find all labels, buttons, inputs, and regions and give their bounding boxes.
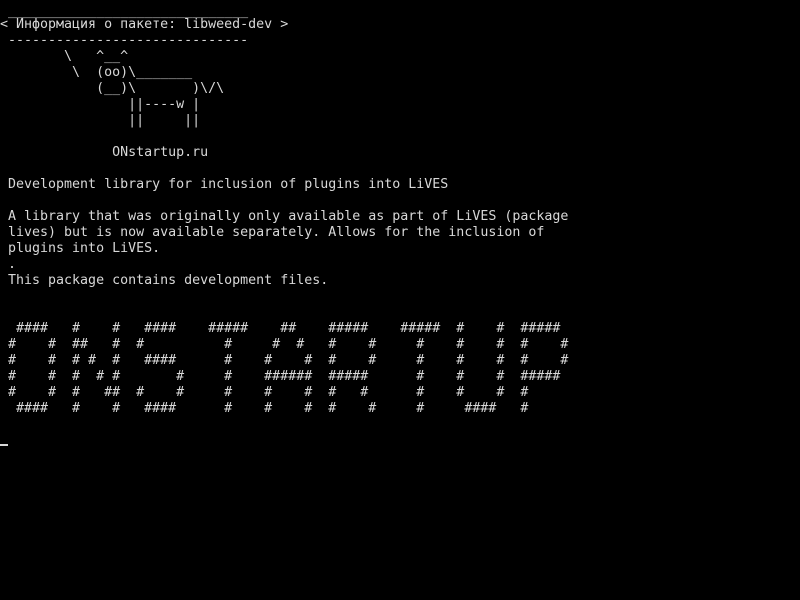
cow-line-1: \ ^__^ bbox=[0, 49, 129, 64]
package-summary: Development library for inclusion of plu… bbox=[0, 177, 449, 192]
text-cursor bbox=[0, 444, 8, 446]
cow-line-3: (__)\ )\/\ bbox=[0, 81, 225, 96]
cowsay-message: < Информация о пакете: libweed-dev > bbox=[0, 17, 289, 32]
banner-line-2: # # ## # # # # # # # # # # # # bbox=[0, 337, 569, 352]
banner-line-1: #### # # #### ##### ## ##### ##### # # #… bbox=[0, 321, 561, 336]
cow-line-4: ||----w | bbox=[0, 97, 201, 112]
cow-line-2: \ (oo)\_______ bbox=[0, 65, 193, 80]
banner-line-3: # # # # # #### # # # # # # # # # # bbox=[0, 353, 569, 368]
description-line-1: A library that was originally only avail… bbox=[0, 209, 569, 224]
banner-line-4: # # # # # # # ###### ##### # # # ##### bbox=[0, 369, 561, 384]
cowsay-bottom-border: ------------------------------ bbox=[0, 33, 249, 48]
banner-line-5: # # # ## # # # # # # # # # # # bbox=[0, 385, 529, 400]
description-line-5: This package contains development files. bbox=[0, 273, 329, 288]
banner-line-6: #### # # #### # # # # # # #### # bbox=[0, 401, 529, 416]
site-name: ONstartup.ru bbox=[0, 145, 209, 160]
description-line-3: plugins into LiVES. bbox=[0, 241, 161, 256]
description-line-4: . bbox=[0, 257, 17, 272]
terminal-screen[interactable]: ______________________________ < Информа… bbox=[0, 0, 800, 600]
description-line-2: lives) but is now available separately. … bbox=[0, 225, 545, 240]
cow-line-5: || || bbox=[0, 113, 201, 128]
